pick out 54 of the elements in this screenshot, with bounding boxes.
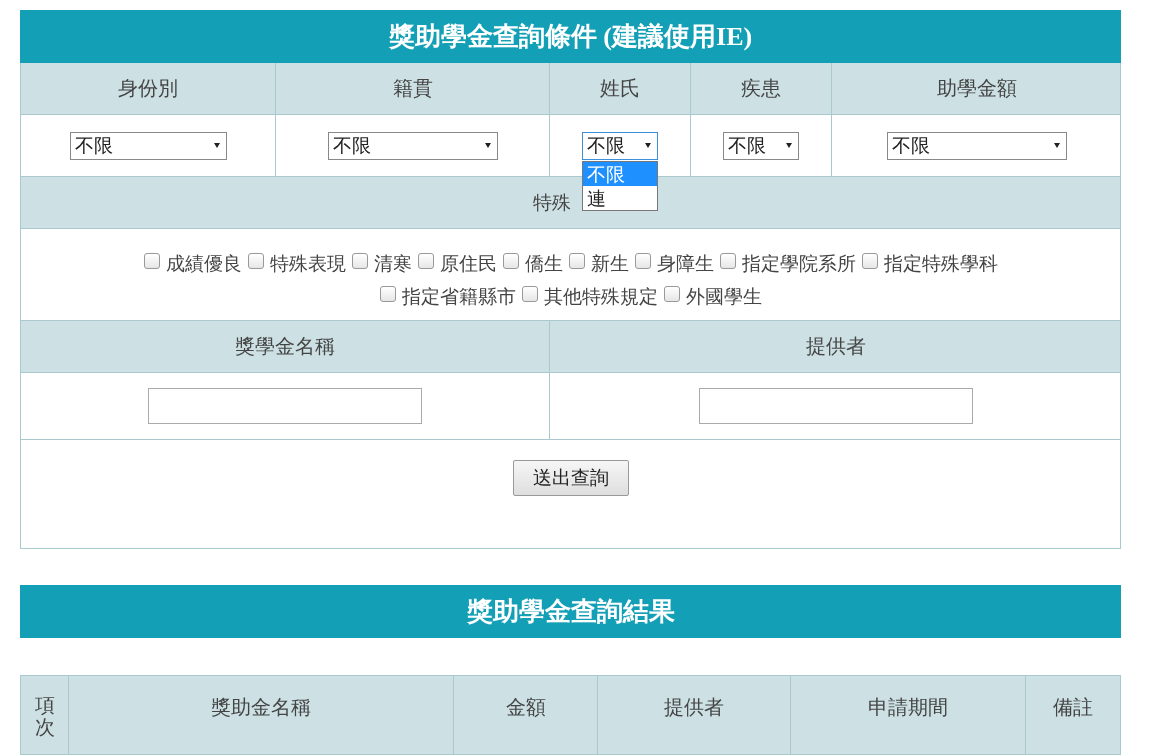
checkbox[interactable] [634, 253, 651, 269]
results-title: 獎助學金查詢結果 [20, 585, 1121, 638]
checkbox-label: 指定學院系所 [741, 251, 856, 276]
checkbox[interactable] [521, 285, 538, 302]
column-header: 疾患 [741, 75, 781, 102]
checkbox[interactable] [247, 253, 264, 269]
checkbox[interactable] [568, 253, 585, 269]
checkbox-label: 新生 [590, 251, 629, 276]
column-header: 籍貫 [392, 75, 433, 102]
checkbox-label: 成績優良 [165, 251, 242, 276]
column-header: 申請期間 [868, 694, 948, 721]
column-header: 金額 [505, 694, 546, 721]
column-header: 提供者 [806, 333, 866, 360]
checkbox-label: 特殊表現 [269, 251, 346, 276]
checkbox[interactable] [663, 285, 680, 302]
dropdown[interactable]: 不限 [327, 131, 498, 160]
dropdown[interactable]: 不限 [887, 131, 1067, 160]
checkbox[interactable] [143, 253, 160, 269]
checkbox-label: 其他特殊規定 [543, 283, 658, 309]
checkbox[interactable] [502, 253, 519, 269]
column-header: 姓氏 [600, 75, 640, 102]
dropdown-option[interactable]: 連 [583, 185, 657, 210]
column-header: 獎學金名稱 [235, 333, 335, 360]
column-header: 提供者 [664, 694, 724, 721]
caret-icon [213, 143, 220, 148]
text-field[interactable] [148, 388, 422, 424]
caret-icon [786, 143, 792, 148]
section-header: 特殊 [532, 189, 571, 215]
checkbox-label: 僑生 [524, 251, 563, 276]
column-header: 備註 [1053, 694, 1093, 721]
checkbox-label: 身障生 [656, 251, 714, 276]
caret-icon [1054, 143, 1060, 148]
checkbox[interactable] [719, 253, 736, 269]
panel-title: 獎助學金查詢條件 (建議使用IE) [20, 10, 1121, 63]
dropdown[interactable]: 不限 [582, 131, 658, 160]
checkbox-label: 指定省籍縣市 [401, 283, 516, 309]
checkbox[interactable] [861, 253, 878, 269]
checkbox-label: 外國學生 [685, 283, 762, 309]
checkbox[interactable] [379, 285, 396, 302]
checkbox-label: 指定特殊學科 [883, 251, 998, 276]
column-header: 獎助金名稱 [211, 694, 311, 721]
column-header: 助學金額 [937, 75, 1017, 102]
checkbox[interactable] [351, 253, 368, 269]
column-header: 項次 [34, 694, 55, 741]
checkbox-label: 原住民 [439, 251, 497, 276]
caret-icon [645, 143, 651, 148]
checkbox-label: 清寒 [373, 251, 412, 276]
text-field[interactable] [699, 388, 973, 424]
dropdown[interactable]: 不限 [69, 131, 227, 160]
column-header: 身份別 [118, 75, 178, 102]
dropdown[interactable]: 不限 [723, 131, 799, 160]
checkbox[interactable] [417, 253, 434, 269]
submit-button[interactable]: 送出查詢 [512, 460, 629, 496]
caret-icon [484, 143, 491, 148]
